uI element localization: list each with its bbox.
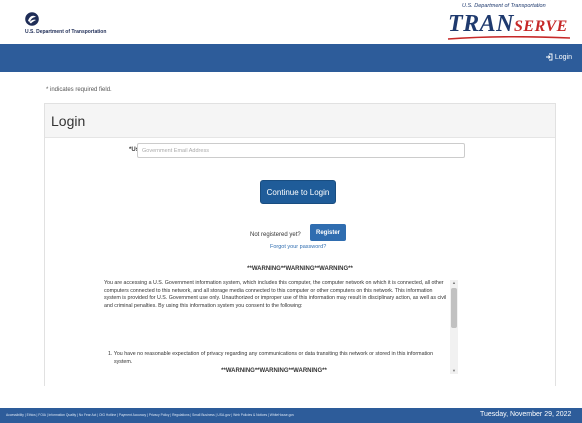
- warning-list-item: 1. You have no reasonable expectation of…: [108, 351, 434, 365]
- footer-links[interactable]: Accessibility | Ethics | FOIA | Informat…: [6, 413, 294, 417]
- scrollbar-thumb[interactable]: [451, 288, 457, 328]
- footer-date: Tuesday, November 29, 2022: [480, 411, 572, 418]
- login-panel: Login *User Name: Continue to Login Not …: [44, 103, 556, 386]
- required-note: * indicates required field.: [46, 87, 112, 93]
- login-panel-header: Login: [45, 104, 555, 138]
- brand-serve: SERVE: [514, 18, 568, 35]
- warning-scrollbar[interactable]: ▲ ▼: [450, 280, 458, 374]
- nav-login-label: Login: [554, 53, 572, 61]
- forgot-password-link[interactable]: Forgot your password?: [270, 244, 326, 250]
- top-header: U.S. Department of Transportation U.S. D…: [0, 0, 582, 44]
- brand-tran: TRAN: [448, 11, 515, 37]
- username-input[interactable]: [137, 143, 465, 158]
- brand-wordmark: TRANSERVE: [448, 11, 568, 38]
- footer-bar: Accessibility | Ethics | FOIA | Informat…: [0, 408, 582, 423]
- warning-body: You are accessing a U.S. Government info…: [104, 280, 447, 310]
- continue-to-login-button[interactable]: Continue to Login: [260, 180, 336, 204]
- sign-in-icon: [545, 53, 553, 61]
- nav-bar: Login: [0, 44, 582, 72]
- nav-login-link[interactable]: Login: [545, 53, 572, 61]
- warning-scroll-box[interactable]: You are accessing a U.S. Government info…: [102, 280, 462, 374]
- agency-name: U.S. Department of Transportation: [25, 29, 107, 35]
- not-registered-text: Not registered yet?: [250, 232, 301, 238]
- warning-list: 1. You have no reasonable expectation of…: [104, 351, 448, 366]
- page-title: Login: [51, 113, 86, 129]
- brand-swoosh-icon: [447, 36, 571, 40]
- warning-footer: **WARNING**WARNING**WARNING**: [221, 368, 327, 374]
- dot-logo-icon: [25, 12, 39, 26]
- brand-subtitle: U.S. Department of Transportation: [462, 3, 546, 9]
- register-button[interactable]: Register: [310, 224, 346, 241]
- login-panel-body: *User Name: Continue to Login Not regist…: [45, 138, 555, 386]
- transerve-logo[interactable]: U.S. Department of Transportation TRANSE…: [440, 2, 572, 42]
- scroll-up-icon[interactable]: ▲: [451, 280, 457, 286]
- scroll-down-icon[interactable]: ▼: [451, 368, 457, 374]
- warning-title: **WARNING**WARNING**WARNING**: [247, 266, 353, 272]
